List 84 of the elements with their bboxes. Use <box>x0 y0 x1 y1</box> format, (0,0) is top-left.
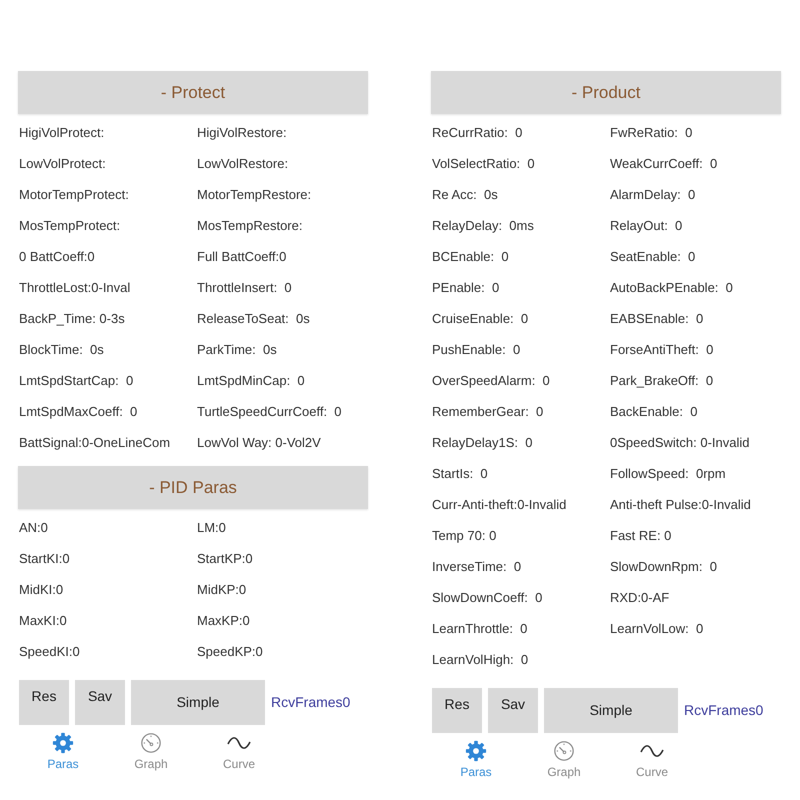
parameter-text: BackEnable: 0 <box>610 403 698 421</box>
parameter-text: 0 BattCoeff:0 <box>19 248 96 266</box>
parameter-text: MaxKI:0 <box>19 612 68 630</box>
parameter-text: LmtSpdMinCap: 0 <box>197 372 306 390</box>
parameter-text: StartKP:0 <box>197 550 254 568</box>
parameter-text: Re Acc: 0s <box>432 186 499 204</box>
parameter-text: ForseAntiTheft: 0 <box>610 341 714 359</box>
parameter-text: BCEnable: 0 <box>432 248 510 266</box>
section-header[interactable]: - PID Paras <box>18 466 368 509</box>
parameter-text: SpeedKP:0 <box>197 643 264 661</box>
parameter-text: LowVolProtect: <box>19 155 107 173</box>
parameter-text: LearnVolHigh: 0 <box>432 651 530 669</box>
parameter-text: Temp 70: 0 <box>432 527 498 545</box>
parameter-text: SlowDownRpm: 0 <box>610 558 718 576</box>
parameter-text: AN:0 <box>19 519 49 537</box>
parameter-text: RelayDelay1S: 0 <box>432 434 534 452</box>
nav-tab[interactable]: Paras <box>432 740 520 781</box>
nav-tab[interactable]: Graph <box>520 740 608 781</box>
parameter-text: SeatEnable: 0 <box>610 248 696 266</box>
parameter-text: Fast RE: 0 <box>610 527 672 545</box>
parameter-text: ThrottleInsert: 0 <box>197 279 293 297</box>
parameter-text: LmtSpdStartCap: 0 <box>19 372 134 390</box>
parameter-text: LmtSpdMaxCoeff: 0 <box>19 403 138 421</box>
parameter-text: MidKP:0 <box>197 581 248 599</box>
parameter-text: BackP_Time: 0-3s <box>19 310 126 328</box>
action-button[interactable]: Res <box>19 680 69 725</box>
parameter-text: InverseTime: 0 <box>432 558 522 576</box>
section-header[interactable]: - Product <box>431 71 781 114</box>
parameter-text: LowVol Way: 0-Vol2V <box>197 434 322 452</box>
parameter-text: BattSignal:0-OneLineCom <box>19 434 172 452</box>
action-button[interactable]: Sav <box>75 680 125 725</box>
parameter-text: LearnVolLow: 0 <box>610 620 704 638</box>
parameter-text: MosTempRestore: <box>197 217 304 235</box>
nav-tab[interactable]: Curve <box>608 740 696 781</box>
action-button[interactable]: Res <box>432 688 482 733</box>
parameter-text: WeakCurrCoeff: 0 <box>610 155 718 173</box>
nav-tab[interactable]: Paras <box>19 732 107 773</box>
action-button[interactable]: Sav <box>488 688 538 733</box>
parameter-text: 0SpeedSwitch: 0-Invalid <box>610 434 750 452</box>
parameter-text: RelayDelay: 0ms <box>432 217 535 235</box>
parameter-text: CruiseEnable: 0 <box>432 310 530 328</box>
parameter-text: ParkTime: 0s <box>197 341 278 359</box>
parameter-text: TurtleSpeedCurrCoeff: 0 <box>197 403 343 421</box>
parameter-text: BlockTime: 0s <box>19 341 105 359</box>
parameter-text: ReCurrRatio: 0 <box>432 124 524 142</box>
nav-tab[interactable]: Graph <box>107 732 195 773</box>
parameter-text: Full BattCoeff:0 <box>197 248 288 266</box>
parameter-text: VolSelectRatio: 0 <box>432 155 536 173</box>
nav-tab[interactable]: Curve <box>195 732 283 773</box>
parameter-text: AlarmDelay: 0 <box>610 186 696 204</box>
parameter-text: RelayOut: 0 <box>610 217 684 235</box>
parameter-text: LM:0 <box>197 519 227 537</box>
parameter-text: RememberGear: 0 <box>432 403 544 421</box>
simple-button[interactable]: Simple <box>131 680 265 725</box>
frames-counter-text: RcvFrames0 <box>684 701 764 720</box>
parameter-text: MotorTempProtect: <box>19 186 130 204</box>
parameter-text: MaxKP:0 <box>197 612 251 630</box>
parameter-text: PEnable: 0 <box>432 279 500 297</box>
parameter-text: ThrottleLost:0-Inval <box>19 279 132 297</box>
parameter-text: FollowSpeed: 0rpm <box>610 465 727 483</box>
parameter-text: LearnThrottle: 0 <box>432 620 528 638</box>
parameter-text: StartIs: 0 <box>432 465 489 483</box>
parameter-text: MidKI:0 <box>19 581 64 599</box>
parameter-text: StartKI:0 <box>19 550 71 568</box>
parameter-text: LowVolRestore: <box>197 155 290 173</box>
parameter-text: Park_BrakeOff: 0 <box>610 372 714 390</box>
parameter-text: Anti-theft Pulse:0-Invalid <box>610 496 752 514</box>
simple-button[interactable]: Simple <box>544 688 678 733</box>
parameter-text: AutoBackPEnable: 0 <box>610 279 734 297</box>
section-header[interactable]: - Protect <box>18 71 368 114</box>
parameter-text: EABSEnable: 0 <box>610 310 704 328</box>
parameter-text: OverSpeedAlarm: 0 <box>432 372 551 390</box>
parameter-text: HigiVolRestore: <box>197 124 288 142</box>
parameter-text: SpeedKI:0 <box>19 643 81 661</box>
parameter-text: SlowDownCoeff: 0 <box>432 589 544 607</box>
frames-counter-text: RcvFrames0 <box>271 693 350 712</box>
parameter-text: FwReRatio: 0 <box>610 124 694 142</box>
parameter-text: MotorTempRestore: <box>197 186 312 204</box>
parameter-text: MosTempProtect: <box>19 217 122 235</box>
parameter-text: ReleaseToSeat: 0s <box>197 310 311 328</box>
parameter-text: PushEnable: 0 <box>432 341 522 359</box>
parameter-text: Curr-Anti-theft:0-Invalid <box>432 496 568 514</box>
parameter-text: HigiVolProtect: <box>19 124 106 142</box>
parameter-text: RXD:0-AF <box>610 589 670 607</box>
